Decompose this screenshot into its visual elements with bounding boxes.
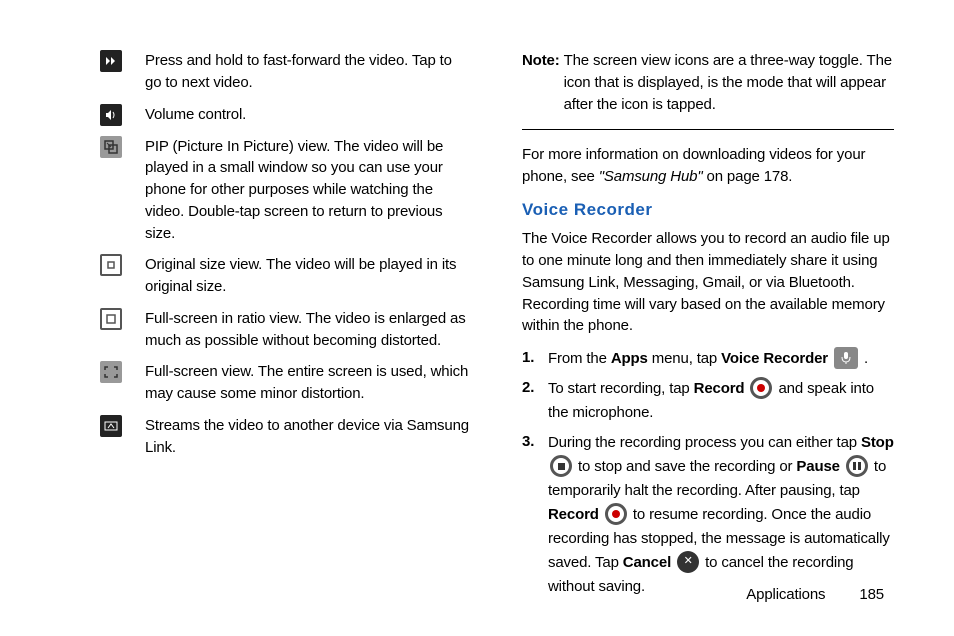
step-item: 2. To start recording, tap Record and sp…: [522, 377, 894, 425]
left-column: Press and hold to fast-forward the video…: [100, 50, 497, 616]
stream-icon: [100, 415, 122, 437]
record-icon: [605, 503, 627, 525]
feature-row: Press and hold to fast-forward the video…: [100, 50, 472, 94]
page-footer: Applications 185: [746, 584, 884, 606]
more-info-text: For more information on downloading vide…: [522, 144, 894, 188]
step-number: 3.: [522, 431, 548, 599]
cancel-icon: ✕: [677, 551, 699, 573]
fast-forward-icon: [100, 50, 122, 72]
right-column: Note: The screen view icons are a three-…: [497, 50, 894, 616]
ratio-view-icon: [100, 308, 122, 330]
footer-section: Applications: [746, 586, 825, 603]
step-item: 1. From the Apps menu, tap Voice Recorde…: [522, 347, 894, 371]
footer-page-number: 185: [859, 586, 884, 603]
feature-text: Full-screen view. The entire screen is u…: [145, 361, 472, 405]
feature-text: Original size view. The video will be pl…: [145, 254, 472, 298]
feature-row: Streams the video to another device via …: [100, 415, 472, 459]
feature-row: Full-screen in ratio view. The video is …: [100, 308, 472, 352]
original-size-icon: [100, 254, 122, 276]
note-block: Note: The screen view icons are a three-…: [522, 50, 894, 115]
text: on page 178.: [703, 168, 793, 185]
note-body: The screen view icons are a three-way to…: [564, 50, 894, 115]
feature-row: Volume control.: [100, 104, 472, 126]
pip-icon: [100, 136, 122, 158]
step-number: 2.: [522, 377, 548, 425]
note-label: Note:: [522, 50, 564, 115]
feature-text: Full-screen in ratio view. The video is …: [145, 308, 472, 352]
reference-link: "Samsung Hub": [599, 168, 703, 185]
steps-list: 1. From the Apps menu, tap Voice Recorde…: [522, 347, 894, 599]
step-item: 3. During the recording process you can …: [522, 431, 894, 599]
feature-text: Volume control.: [145, 104, 472, 126]
step-number: 1.: [522, 347, 548, 371]
voice-recorder-app-icon: [834, 347, 858, 369]
divider: [522, 129, 894, 130]
vr-intro: The Voice Recorder allows you to record …: [522, 228, 894, 337]
feature-text: Press and hold to fast-forward the video…: [145, 50, 472, 94]
feature-text: PIP (Picture In Picture) view. The video…: [145, 136, 472, 245]
step-body: To start recording, tap Record and speak…: [548, 377, 894, 425]
feature-row: Full-screen view. The entire screen is u…: [100, 361, 472, 405]
pause-icon: [846, 455, 868, 477]
record-icon: [750, 377, 772, 399]
volume-icon: [100, 104, 122, 126]
step-body: During the recording process you can eit…: [548, 431, 894, 599]
feature-text: Streams the video to another device via …: [145, 415, 472, 459]
feature-row: Original size view. The video will be pl…: [100, 254, 472, 298]
feature-row: PIP (Picture In Picture) view. The video…: [100, 136, 472, 245]
fullscreen-icon: [100, 361, 122, 383]
step-body: From the Apps menu, tap Voice Recorder .: [548, 347, 894, 371]
section-title: Voice Recorder: [522, 198, 894, 223]
stop-icon: [550, 455, 572, 477]
